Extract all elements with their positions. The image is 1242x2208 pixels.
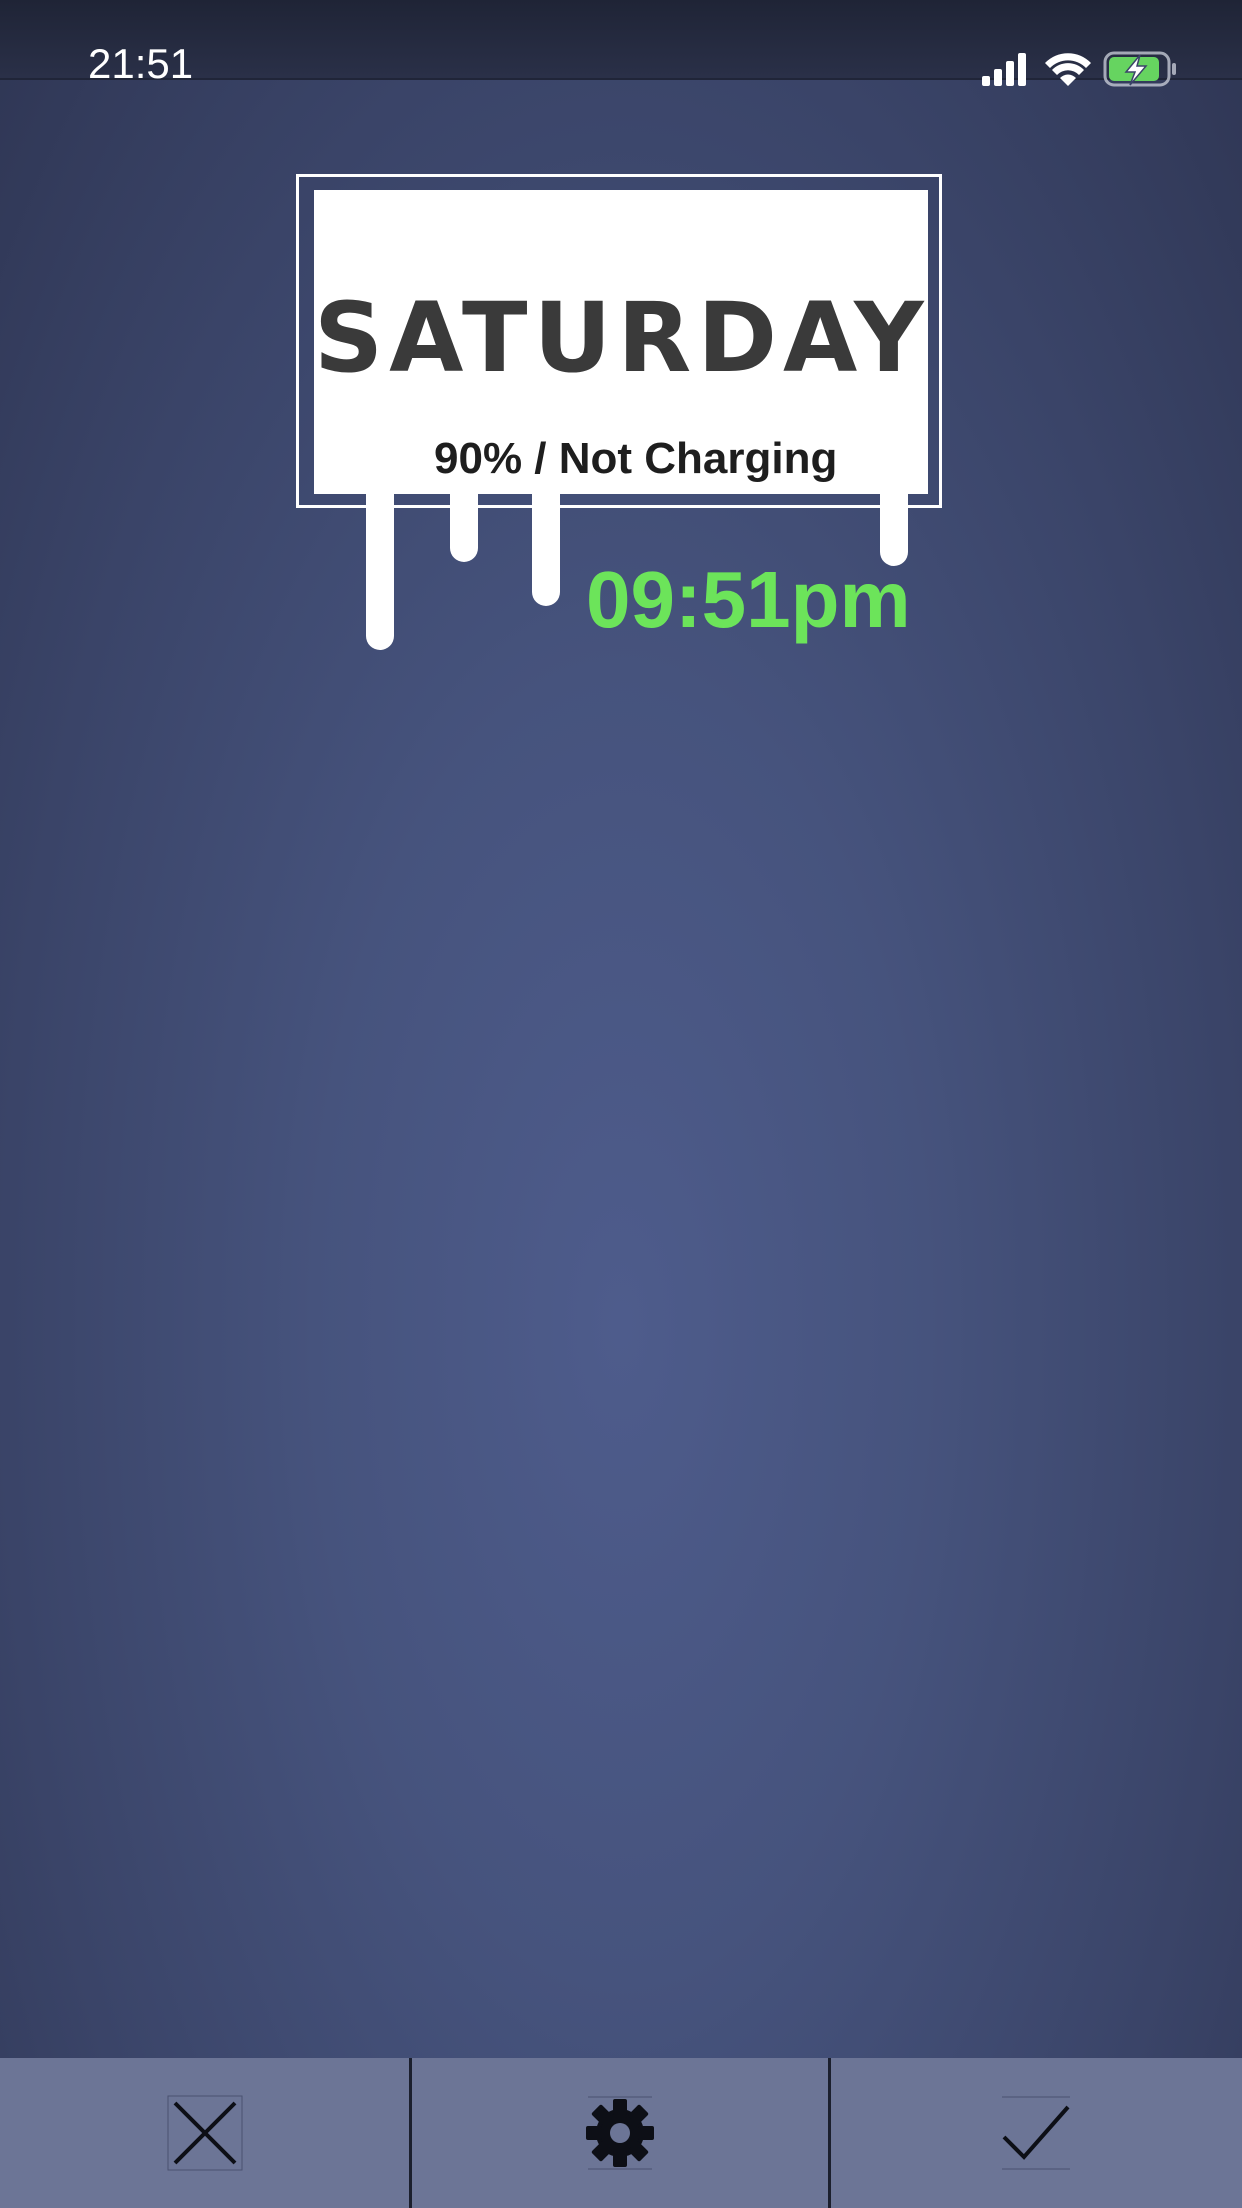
settings-button[interactable] [412,2058,831,2208]
battery-status: 90% / Not Charging [434,434,838,483]
drip [532,494,560,606]
gear-icon [585,2096,654,2170]
wifi-icon [1045,53,1091,86]
cancel-button[interactable] [0,2058,412,2208]
bottom-toolbar [0,2058,1242,2208]
cellular-signal-icon [982,53,1026,86]
status-icons [982,51,1176,87]
sign-panel: SATURDAY 90% / Not Charging [314,190,928,494]
checkmark-icon [1002,2096,1071,2170]
close-icon [167,2095,242,2171]
date-widget: SATURDAY 90% / Not Charging [296,174,946,650]
drip [366,494,394,650]
drip [450,494,478,562]
status-bar: 21:51 [0,0,1242,87]
status-time: 21:51 [88,40,194,87]
confirm-button[interactable] [831,2058,1242,2208]
day-name: SATURDAY [314,282,930,394]
clock-text: 09:51pm [586,555,911,644]
battery-charging-icon [1103,51,1176,87]
